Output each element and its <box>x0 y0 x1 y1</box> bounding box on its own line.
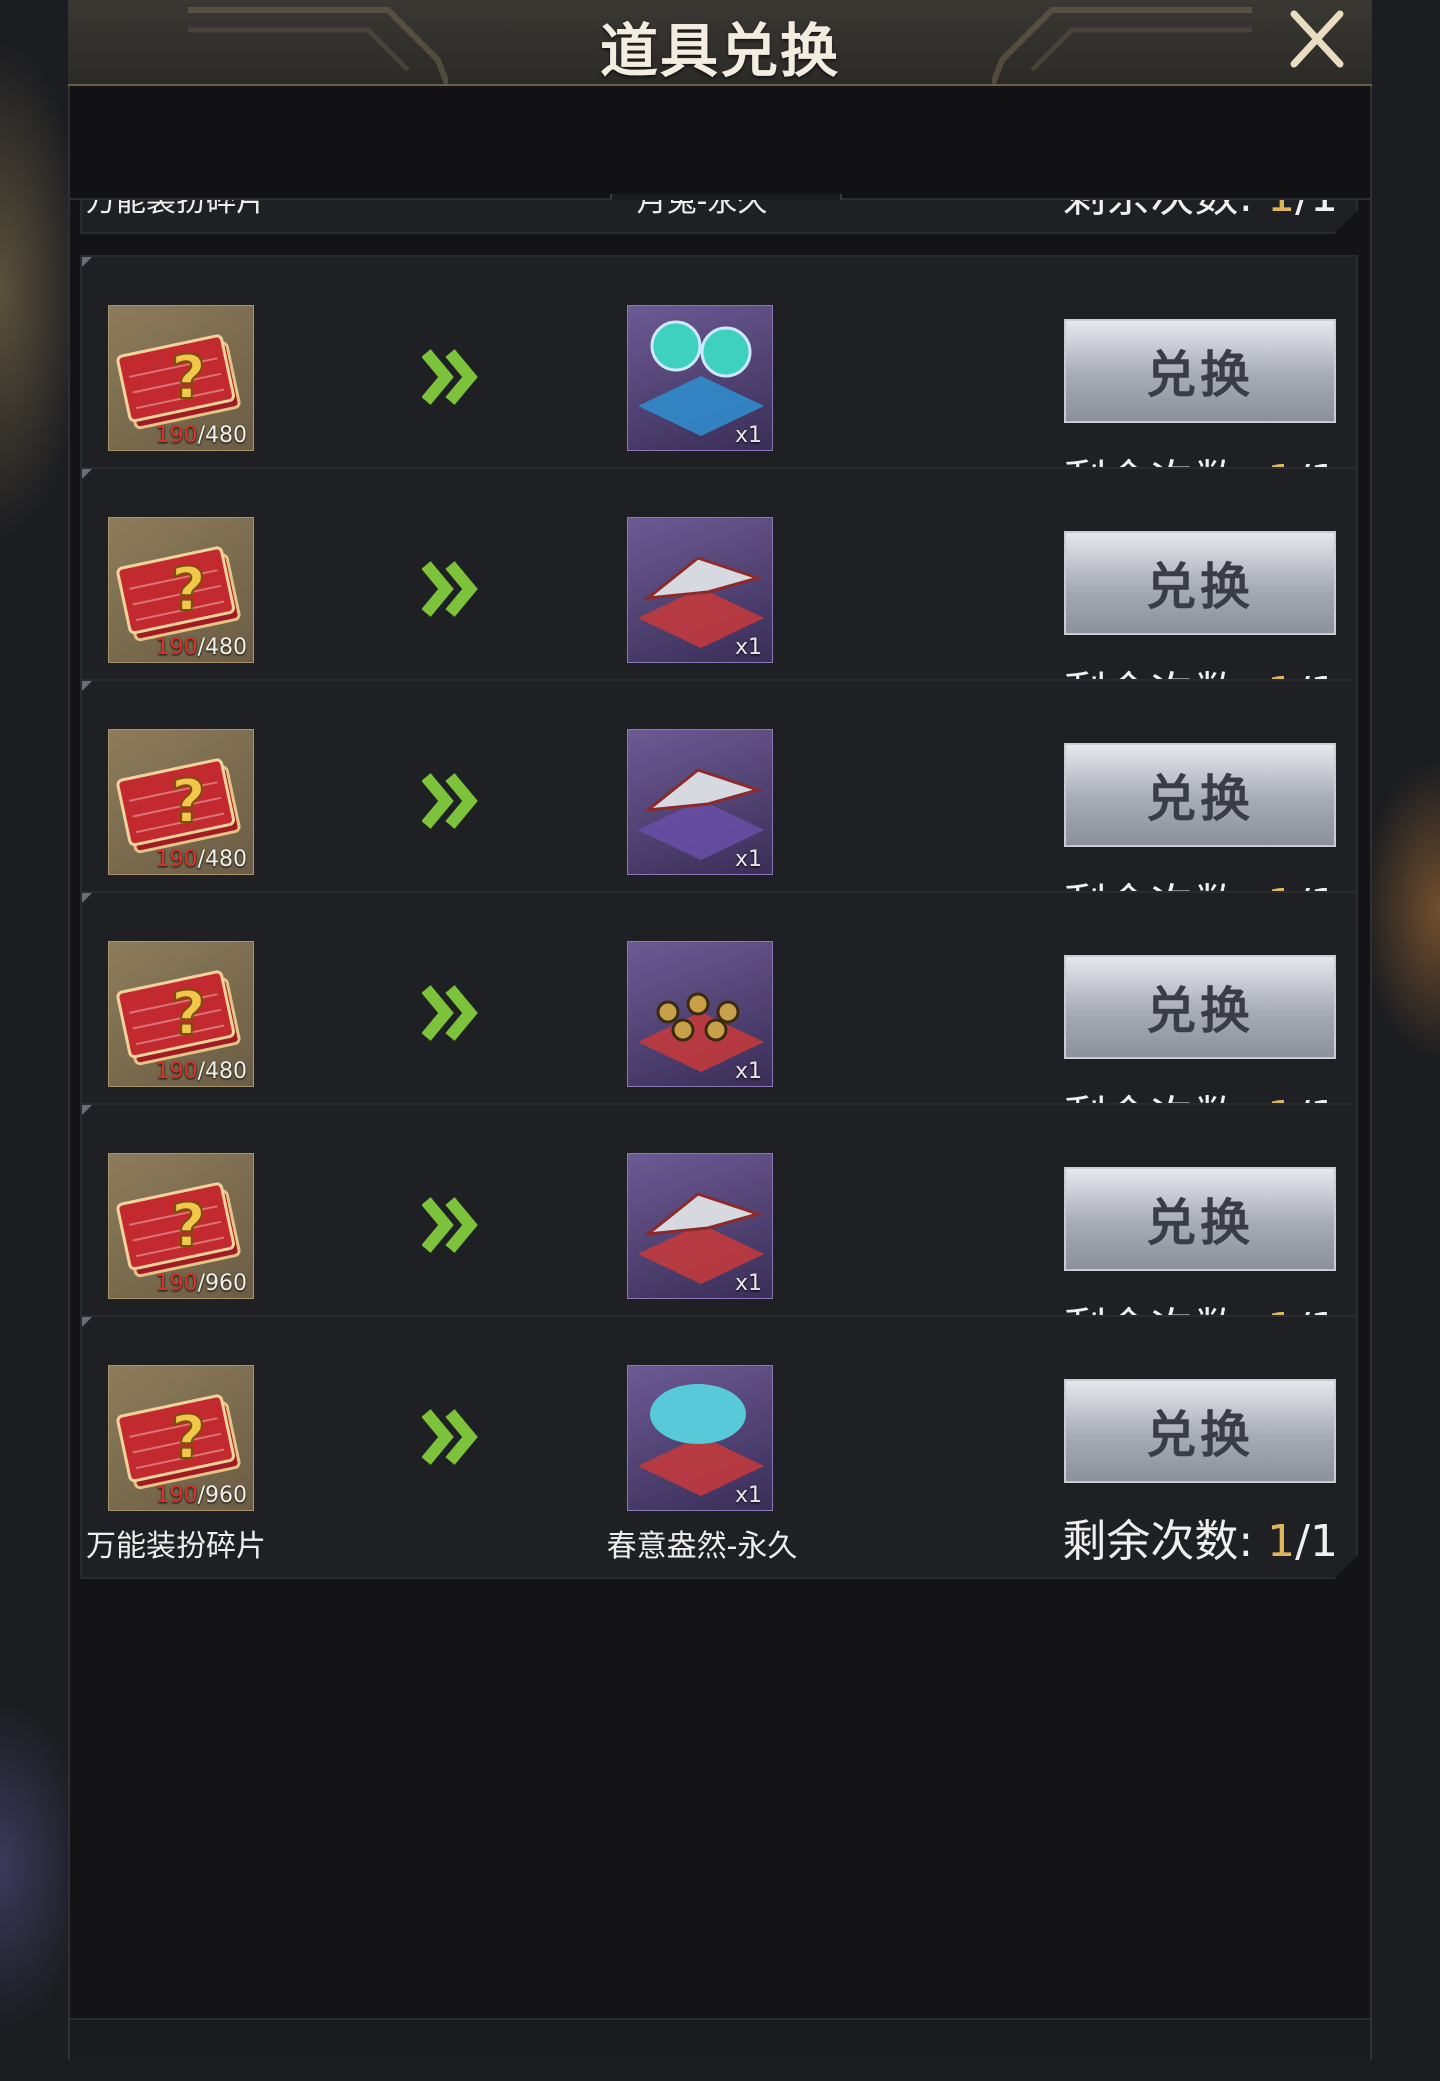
double-chevron-right-icon <box>422 347 478 407</box>
exchange-row: ? 190/960 万能装扮碎片 x1 春意盎然-永久 兑换 剩余次数: 1/1 <box>80 1315 1358 1579</box>
fragment-count: 190/480 <box>155 847 247 872</box>
reward-quantity: x1 <box>734 423 762 448</box>
exchange-button[interactable]: 兑换 <box>1064 531 1336 635</box>
reward-quantity: x1 <box>734 1483 762 1508</box>
double-chevron-right-icon <box>422 983 478 1043</box>
close-icon[interactable] <box>1284 6 1350 72</box>
fragment-name: 万能装扮碎片 <box>86 200 266 219</box>
double-chevron-right-icon <box>422 1407 478 1467</box>
exchange-button[interactable]: 兑换 <box>1064 1379 1336 1483</box>
fragment-count: 190/480 <box>155 635 247 660</box>
svg-text:?: ? <box>171 343 206 413</box>
exchange-button[interactable]: 兑换 <box>1064 955 1336 1059</box>
fragment-item-icon[interactable]: ? 190/480 <box>108 305 254 451</box>
exchange-list[interactable]: ? 190/480 万能装扮碎片 x1 月兔-永久 剩余次数: 1/1 <box>80 200 1360 2010</box>
row-corner-mark <box>82 681 92 691</box>
reward-name: 月兔-永久 <box>636 200 768 219</box>
page-title: 道具兑换 <box>599 17 840 85</box>
double-chevron-right-icon <box>422 1195 478 1255</box>
fragment-item-icon[interactable]: ? 190/960 <box>108 1153 254 1299</box>
fragment-count: 190/480 <box>155 1059 247 1084</box>
svg-text:?: ? <box>171 1403 206 1473</box>
fragment-count: 190/960 <box>155 1271 247 1296</box>
exchange-button[interactable]: 兑换 <box>1064 743 1336 847</box>
row-corner-mark <box>82 257 92 267</box>
reward-item-icon[interactable]: x1 <box>627 1153 773 1299</box>
reward-item-icon[interactable]: x1 <box>627 305 773 451</box>
row-corner-mark <box>82 469 92 479</box>
svg-text:?: ? <box>171 979 206 1049</box>
row-corner-mark <box>82 1317 92 1327</box>
row-corner-mark <box>82 1105 92 1115</box>
reward-quantity: x1 <box>734 635 762 660</box>
fragment-count: 190/960 <box>155 1483 247 1508</box>
fragment-name: 万能装扮碎片 <box>86 1529 266 1564</box>
fragment-item-icon[interactable]: ? 190/480 <box>108 729 254 875</box>
reward-item-icon[interactable]: x1 <box>627 1365 773 1511</box>
row-corner-mark <box>82 893 92 903</box>
reward-quantity: x1 <box>734 1059 762 1084</box>
panel-subheader <box>70 88 1370 206</box>
fragment-item-icon[interactable]: ? 190/480 <box>108 941 254 1087</box>
reward-item-icon[interactable]: x1 <box>627 517 773 663</box>
fragment-count: 190/480 <box>155 423 247 448</box>
reward-item-icon[interactable]: x1 <box>627 729 773 875</box>
exchange-button[interactable]: 兑换 <box>1064 319 1336 423</box>
reward-quantity: x1 <box>734 847 762 872</box>
panel-header: 道具兑换 <box>68 0 1372 86</box>
reward-quantity: x1 <box>734 1271 762 1296</box>
panel-footer <box>70 2018 1370 2060</box>
remaining-count: 剩余次数: 1/1 <box>1062 1516 1338 1567</box>
double-chevron-right-icon <box>422 771 478 831</box>
fragment-item-icon[interactable]: ? 190/480 <box>108 517 254 663</box>
background-glow <box>1360 760 1440 1060</box>
exchange-row: ? 190/480 万能装扮碎片 x1 月兔-永久 剩余次数: 1/1 <box>80 200 1358 234</box>
fragment-item-icon[interactable]: ? 190/960 <box>108 1365 254 1511</box>
svg-text:?: ? <box>171 1191 206 1261</box>
double-chevron-right-icon <box>422 559 478 619</box>
reward-item-icon[interactable]: x1 <box>627 941 773 1087</box>
exchange-button[interactable]: 兑换 <box>1064 1167 1336 1271</box>
reward-name: 春意盎然-永久 <box>606 1529 798 1564</box>
svg-text:?: ? <box>171 555 206 625</box>
svg-text:?: ? <box>171 767 206 837</box>
remaining-count: 剩余次数: 1/1 <box>1062 200 1338 224</box>
